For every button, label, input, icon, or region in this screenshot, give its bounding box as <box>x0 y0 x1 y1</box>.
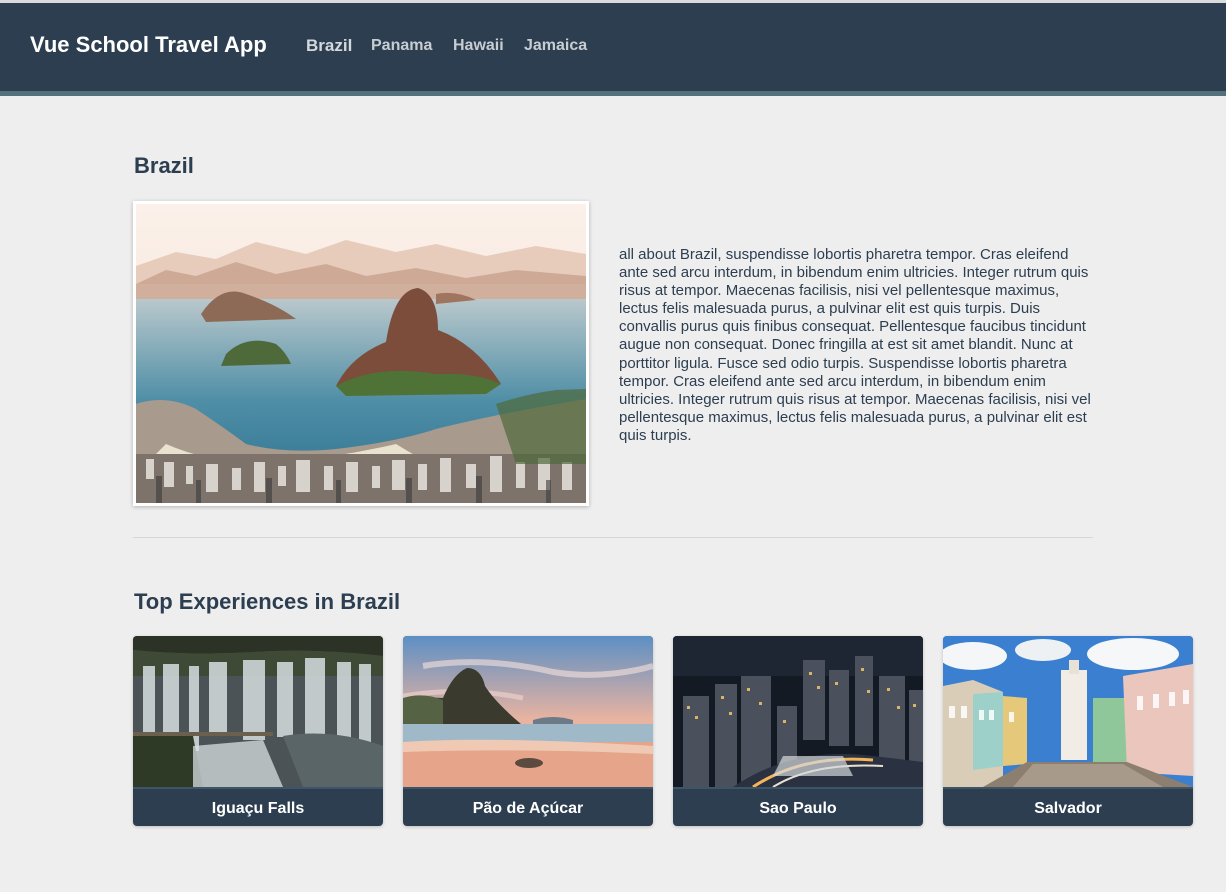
experience-card-salvador[interactable]: Salvador <box>943 636 1193 826</box>
experiences-title: Top Experiences in Brazil <box>134 589 401 614</box>
nav-link-jamaica[interactable]: Jamaica <box>524 37 587 55</box>
experience-label: Salvador <box>943 787 1193 826</box>
experience-image-iguacu-falls <box>133 636 383 787</box>
section-divider <box>133 537 1093 538</box>
experience-label: Iguaçu Falls <box>133 787 383 826</box>
nav-link-hawaii[interactable]: Hawaii <box>453 37 504 55</box>
experience-card-sao-paulo[interactable]: Sao Paulo <box>673 636 923 826</box>
nav-link-brazil[interactable]: Brazil <box>306 36 352 56</box>
navbar: Vue School Travel App Brazil Panama Hawa… <box>0 3 1226 96</box>
destination-title: Brazil <box>134 153 194 178</box>
experience-card-iguacu-falls[interactable]: Iguaçu Falls <box>133 636 383 826</box>
destination-description: all about Brazil, suspendisse lobortis p… <box>619 246 1091 444</box>
experience-card-pao-de-acucar[interactable]: Pão de Açúcar <box>403 636 653 826</box>
experience-label: Pão de Açúcar <box>403 787 653 826</box>
experience-image-salvador <box>943 636 1193 787</box>
experience-image-pao-de-acucar <box>403 636 653 787</box>
experience-label: Sao Paulo <box>673 787 923 826</box>
brand-link[interactable]: Vue School Travel App <box>30 32 267 58</box>
nav-link-panama[interactable]: Panama <box>371 37 432 55</box>
experience-image-sao-paulo <box>673 636 923 787</box>
destination-hero-image <box>133 201 589 506</box>
